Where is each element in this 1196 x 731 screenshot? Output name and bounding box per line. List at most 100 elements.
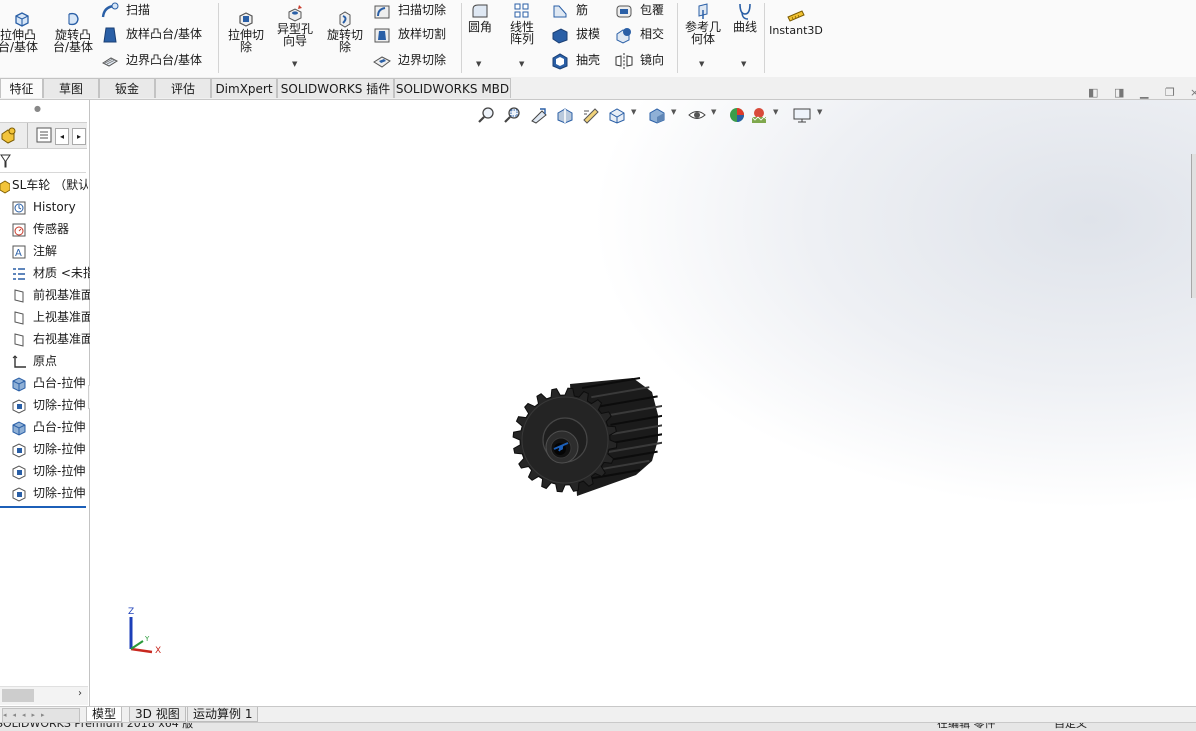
curves-button[interactable]: 曲线 bbox=[728, 2, 762, 33]
tree-item[interactable]: 切除-拉伸 bbox=[10, 460, 98, 482]
curves-dropdown-icon[interactable]: ▼ bbox=[741, 60, 746, 68]
tab-3d-views[interactable]: 3D 视图 bbox=[129, 707, 186, 722]
panel-scroll-left-icon[interactable]: ◂ bbox=[55, 128, 69, 145]
instant3d-icon bbox=[787, 10, 805, 22]
tree-item[interactable]: 切除-拉伸 bbox=[10, 394, 98, 416]
minimize-icon[interactable]: ▁ bbox=[1140, 86, 1148, 99]
cut-extrude-icon bbox=[12, 442, 26, 458]
revolve-cut-icon bbox=[339, 11, 351, 28]
scroll-right-icon[interactable]: › bbox=[78, 688, 82, 699]
panel-scroll-right-icon[interactable]: ▸ bbox=[72, 128, 86, 145]
tree-item[interactable]: History bbox=[10, 196, 98, 218]
panel-collapse-right-icon[interactable]: ◨ bbox=[1114, 86, 1124, 99]
close-icon[interactable]: × bbox=[1190, 86, 1196, 99]
tree-item[interactable]: 传感器 bbox=[10, 218, 98, 240]
wrap-button[interactable]: 包覆 bbox=[614, 0, 664, 22]
lofted-cut-label: 放样切割 bbox=[398, 27, 447, 41]
tree-item[interactable]: 切除-拉伸 bbox=[10, 438, 98, 460]
linear-pattern-button[interactable]: 线性阵列 bbox=[500, 2, 544, 45]
tab-sheet-metal[interactable]: 钣金 bbox=[99, 78, 155, 98]
boundary-boss-button[interactable]: 边界凸台/基体 bbox=[100, 50, 202, 72]
panel-grip-icon[interactable]: ● bbox=[34, 104, 41, 113]
tab-motion-study-1[interactable]: 运动算例 1 bbox=[187, 707, 259, 722]
tree-item[interactable]: 右视基准面 bbox=[10, 328, 98, 350]
tree-item[interactable]: 材质 <未指 bbox=[10, 262, 98, 284]
tab-features[interactable]: 特征 bbox=[0, 78, 43, 98]
mirror-button[interactable]: 镜向 bbox=[614, 50, 664, 72]
hide-show-items-icon[interactable] bbox=[687, 106, 707, 124]
draft-icon bbox=[552, 27, 568, 44]
filter-icon[interactable] bbox=[0, 152, 12, 170]
linear-pattern-dropdown-icon[interactable]: ▼ bbox=[519, 60, 524, 68]
draft-button[interactable]: 拔模 bbox=[550, 24, 600, 46]
tree-item[interactable]: 前视基准面 bbox=[10, 284, 98, 306]
tab-dimxpert[interactable]: DimXpert bbox=[211, 78, 277, 98]
scrollbar-thumb[interactable] bbox=[2, 689, 34, 702]
fillet-dropdown-icon[interactable]: ▼ bbox=[476, 60, 481, 68]
ribbon-separator bbox=[461, 3, 462, 73]
fillet-button[interactable]: 圆角 bbox=[464, 2, 496, 33]
intersect-button[interactable]: 相交 bbox=[614, 24, 664, 46]
apply-scene-icon[interactable] bbox=[749, 106, 769, 124]
rib-button[interactable]: 筋 bbox=[550, 0, 588, 22]
panel-collapse-left-icon[interactable]: ◧ bbox=[1088, 86, 1098, 99]
display-style-icon[interactable] bbox=[647, 106, 667, 124]
tab-sketch[interactable]: 草图 bbox=[43, 78, 99, 98]
view-settings-icon[interactable] bbox=[792, 106, 812, 124]
tree-item[interactable]: 凸台-拉伸 bbox=[10, 372, 98, 394]
tree-item[interactable]: 上视基准面 bbox=[10, 306, 98, 328]
tree-item[interactable]: A 注解 bbox=[10, 240, 98, 262]
edit-appearance-icon[interactable] bbox=[727, 106, 747, 124]
tree-item-label: 切除-拉伸 bbox=[33, 464, 86, 478]
previous-view-icon[interactable] bbox=[529, 106, 549, 124]
tab-solidworks-mbd[interactable]: SOLIDWORKS MBD bbox=[394, 78, 511, 98]
reference-geometry-dropdown-icon[interactable]: ▼ bbox=[699, 60, 704, 68]
tab-model[interactable]: 模型 bbox=[86, 707, 123, 722]
tab-evaluate[interactable]: 评估 bbox=[155, 78, 211, 98]
revolve-cut-button[interactable]: 旋转切除 bbox=[322, 10, 368, 53]
extrude-boss-button[interactable]: 拉伸凸台/基体 bbox=[0, 10, 44, 53]
hide-show-dropdown-icon[interactable]: ▼ bbox=[711, 108, 716, 116]
boundary-cut-button[interactable]: 边界切除 bbox=[372, 50, 446, 72]
tree-root-part[interactable]: SL车轮 （默认 bbox=[0, 174, 88, 196]
hole-wizard-dropdown-icon[interactable]: ▼ bbox=[292, 60, 297, 68]
model-view-tabs: ◂◂◂▸▸ 模型 3D 视图 运动算例 1 bbox=[0, 706, 1196, 723]
zoom-to-area-icon[interactable] bbox=[503, 106, 523, 124]
scene-dropdown-icon[interactable]: ▼ bbox=[773, 108, 778, 116]
section-view-icon[interactable] bbox=[555, 106, 575, 124]
shell-button[interactable]: 抽壳 bbox=[550, 50, 600, 72]
view-settings-dropdown-icon[interactable]: ▼ bbox=[817, 108, 822, 116]
graphics-area[interactable]: ▼ ▼ ▼ ▼ ▼ Z Y X bbox=[90, 100, 1196, 706]
tab-solidworks-addins[interactable]: SOLIDWORKS 插件 bbox=[277, 78, 394, 98]
dynamic-annotation-views-icon[interactable] bbox=[581, 106, 601, 124]
tree-item-label: 凸台-拉伸 bbox=[33, 376, 86, 390]
property-manager-tab-icon[interactable] bbox=[36, 127, 52, 143]
draft-label: 拔模 bbox=[576, 27, 601, 41]
tree-item[interactable]: 原点 bbox=[10, 350, 98, 372]
boundary-boss-icon bbox=[101, 56, 119, 67]
rollback-bar[interactable] bbox=[0, 506, 86, 508]
feature-manager-tab-icon[interactable] bbox=[0, 126, 20, 144]
zoom-to-fit-icon[interactable] bbox=[477, 106, 497, 124]
sweep-button[interactable]: 扫描 bbox=[100, 0, 150, 22]
tree-item[interactable]: 凸台-拉伸 bbox=[10, 416, 98, 438]
tree-horizontal-scrollbar[interactable]: › bbox=[0, 686, 88, 705]
instant3d-button[interactable]: Instant3D bbox=[768, 8, 824, 37]
gear-pulley-model[interactable] bbox=[512, 370, 662, 505]
mirror-icon bbox=[615, 52, 633, 69]
revolve-boss-button[interactable]: 旋转凸台/基体 bbox=[50, 10, 96, 53]
swept-cut-button[interactable]: 扫描切除 bbox=[372, 0, 446, 22]
lofted-cut-button[interactable]: 放样切割 bbox=[372, 24, 446, 46]
reference-geometry-button[interactable]: 参考几何体 bbox=[681, 2, 725, 45]
restore-icon[interactable]: ❐ bbox=[1165, 86, 1175, 99]
extrude-cut-button[interactable]: 拉伸切除 bbox=[224, 10, 268, 53]
view-orientation-dropdown-icon[interactable]: ▼ bbox=[631, 108, 636, 116]
task-pane-tabs[interactable] bbox=[1191, 154, 1196, 298]
tree-item[interactable]: 切除-拉伸 bbox=[10, 482, 98, 504]
display-style-dropdown-icon[interactable]: ▼ bbox=[671, 108, 676, 116]
tab-scroll-arrows[interactable]: ◂◂◂▸▸ bbox=[2, 708, 80, 723]
hole-wizard-button[interactable]: 异型孔向导 bbox=[272, 4, 318, 47]
loft-boss-button[interactable]: 放样凸台/基体 bbox=[100, 24, 202, 46]
view-orientation-icon[interactable] bbox=[607, 106, 627, 124]
swept-cut-icon bbox=[374, 5, 390, 18]
